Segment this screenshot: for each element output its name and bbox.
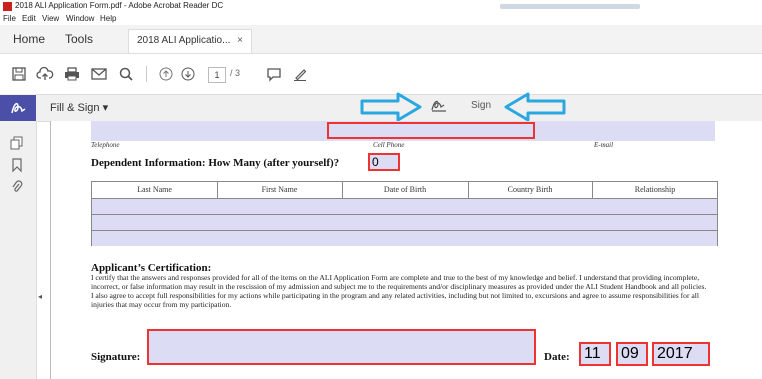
tab-document[interactable]: 2018 ALI Applicatio... × [128,29,252,53]
tab-bar: Home Tools 2018 ALI Applicatio... × [0,25,762,54]
menu-edit[interactable]: Edit [22,14,36,23]
page-down-icon[interactable] [180,66,196,82]
highlight-pen-icon[interactable] [292,66,308,82]
acrobat-logo-icon [3,2,12,11]
sign-button[interactable]: Sign [471,100,491,111]
col-header-first-name: First Name [261,185,298,194]
annotation-arrows [360,92,566,122]
table-row[interactable] [92,198,717,214]
upload-cloud-icon[interactable] [36,66,54,82]
cell-phone-label: Cell Phone [373,141,405,149]
blurred-title-region [500,4,640,9]
bookmark-icon[interactable] [10,158,24,173]
menu-file[interactable]: File [3,14,16,23]
menu-view[interactable]: View [42,14,59,23]
certification-paragraph-2: I also agree to accept full responsibili… [91,291,699,309]
page-number-input[interactable]: 1 [208,67,226,83]
collapse-panel-arrow-icon[interactable]: ◂ [38,292,42,301]
date-label: Date: [544,351,570,363]
window-title: 2018 ALI Application Form.pdf - Adobe Ac… [15,1,224,10]
certification-text: I certify that the answers and responses… [91,273,719,309]
right-pointing-arrow-icon [360,92,422,122]
window-titlebar: 2018 ALI Application Form.pdf - Adobe Ac… [0,0,762,13]
save-icon[interactable] [11,66,27,82]
main-toolbar: 1 / 3 [0,54,762,95]
signature-field[interactable] [147,329,536,365]
fill-sign-menu[interactable]: Fill & Sign ▾ [50,101,108,114]
left-pointing-arrow-icon [504,92,566,122]
fill-sign-bar: Fill & Sign ▾ Sign [36,92,762,122]
pdf-page: Telephone Cell Phone E-mail Dependent In… [50,121,762,379]
col-header-last-name: Last Name [137,185,172,194]
table-row[interactable] [92,230,717,246]
pages-icon[interactable] [10,136,24,150]
email-label: E-mail [594,141,614,149]
dependent-count-field[interactable]: 0 [368,153,400,171]
fill-sign-icon [11,102,26,114]
table-row[interactable] [92,214,717,230]
date-year-field[interactable]: 2017 [652,342,710,366]
date-month-field[interactable]: 11 [579,342,611,366]
tab-home[interactable]: Home [13,32,45,46]
tab-close-icon[interactable]: × [237,35,243,46]
attachment-icon[interactable] [10,180,24,194]
col-header-country-birth: Country Birth [507,185,553,194]
sign-pen-icon [431,100,446,112]
certification-paragraph-1: I certify that the answers and responses… [91,273,707,291]
menu-help[interactable]: Help [100,14,116,23]
dependent-heading: Dependent Information: How Many (after y… [91,157,340,169]
signature-label: Signature: [91,351,141,363]
fill-sign-tool-button[interactable] [0,95,36,121]
page-total: / 3 [230,68,241,78]
search-icon[interactable] [118,66,134,82]
menu-bar: File Edit View Window Help [0,13,762,25]
comment-icon[interactable] [266,66,282,82]
mail-icon[interactable] [91,66,107,82]
menu-window[interactable]: Window [66,14,94,23]
dependents-table: Last Name First Name Date of Birth Count… [91,181,718,246]
tab-document-label: 2018 ALI Applicatio... [137,35,231,46]
toolbar-separator [146,66,147,82]
page-up-icon[interactable] [158,66,174,82]
col-header-date-of-birth: Date of Birth [383,185,427,194]
telephone-label: Telephone [91,141,120,149]
date-day-field[interactable]: 09 [616,342,648,366]
print-icon[interactable] [64,66,80,82]
left-tool-strip [0,94,37,379]
highlighted-cell-phone-field[interactable] [327,122,535,139]
tab-tools[interactable]: Tools [65,32,93,46]
col-header-relationship: Relationship [634,185,676,194]
